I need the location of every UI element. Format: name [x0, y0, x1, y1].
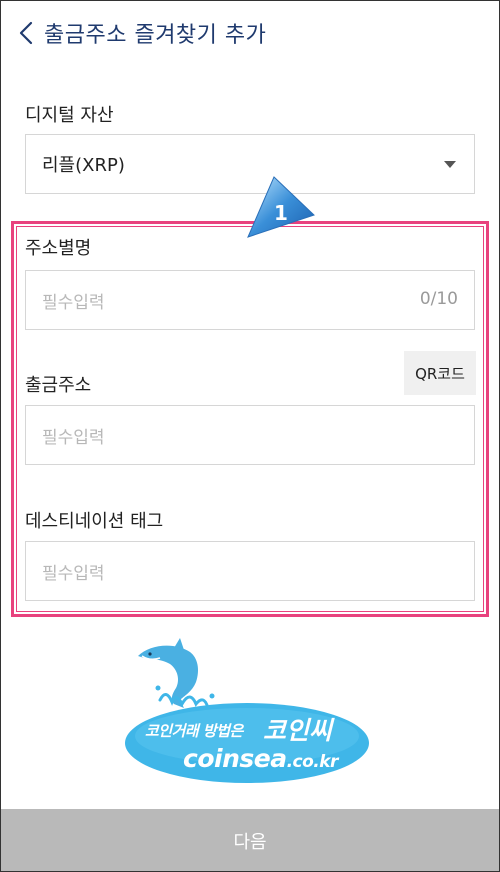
address-label: 출금주소	[25, 375, 92, 396]
address-input[interactable]: 필수입력	[25, 405, 475, 465]
destination-tag-input[interactable]: 필수입력	[25, 541, 475, 601]
watermark-brand-main: coinsea	[183, 744, 287, 773]
header: 출금주소 즐겨찾기 추가	[0, 0, 500, 66]
back-button[interactable]	[14, 18, 38, 48]
destination-tag-placeholder: 필수입력	[42, 563, 105, 584]
alias-input[interactable]: 필수입력 0/10	[25, 270, 475, 330]
watermark-tagline: 코인거래 방법은	[145, 722, 243, 740]
next-button[interactable]: 다음	[0, 809, 500, 872]
destination-tag-label: 데스티네이션 태그	[25, 511, 164, 532]
annotation-badge-icon: 1	[247, 176, 315, 238]
alias-placeholder: 필수입력	[42, 292, 105, 313]
badge-number: 1	[274, 201, 288, 225]
page-title: 출금주소 즐겨찾기 추가	[44, 23, 267, 48]
watermark-brand-korean: 코인씨	[263, 716, 333, 745]
qr-code-button[interactable]: QR코드	[404, 351, 476, 395]
chevron-left-icon	[19, 21, 33, 45]
watermark-brand: coinsea.co.kr	[183, 744, 338, 773]
address-placeholder: 필수입력	[42, 427, 105, 448]
asset-label: 디지털 자산	[25, 105, 114, 126]
dropdown-arrow-icon	[444, 161, 456, 168]
alias-char-counter: 0/10	[419, 289, 458, 309]
alias-label: 주소별명	[25, 238, 92, 259]
watermark-brand-suffix: .co.kr	[286, 752, 339, 772]
asset-selected-value: 리플(XRP)	[42, 155, 125, 176]
